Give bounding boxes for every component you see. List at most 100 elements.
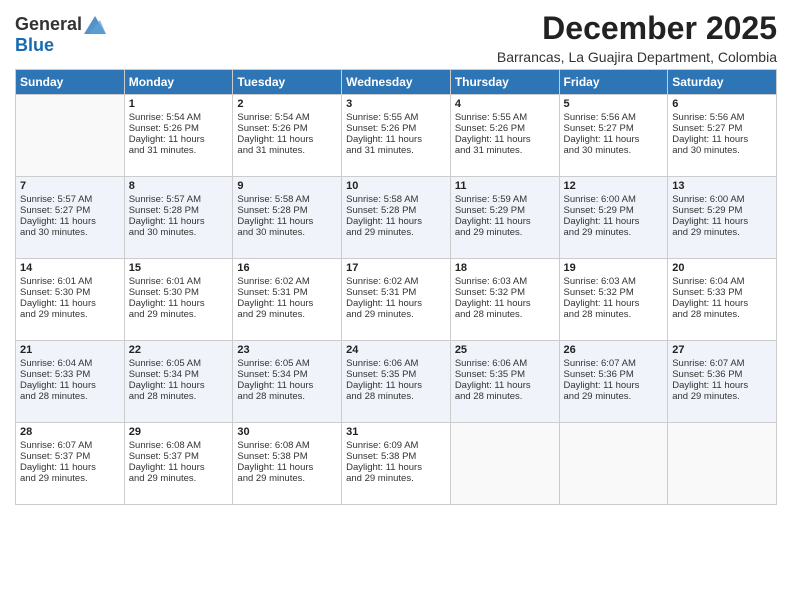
day-number: 6 <box>672 98 772 110</box>
day-info-line: Daylight: 11 hours <box>129 380 229 391</box>
day-number: 17 <box>346 262 446 274</box>
day-info-line: Sunset: 5:26 PM <box>129 123 229 134</box>
day-info-line: Daylight: 11 hours <box>564 380 664 391</box>
day-info-line: Daylight: 11 hours <box>564 298 664 309</box>
day-number: 14 <box>20 262 120 274</box>
day-number: 2 <box>237 98 337 110</box>
day-number: 31 <box>346 426 446 438</box>
day-info-line: and 31 minutes. <box>237 145 337 156</box>
day-info-line: and 29 minutes. <box>346 227 446 238</box>
day-info-line: and 30 minutes. <box>237 227 337 238</box>
day-number: 7 <box>20 180 120 192</box>
day-number: 5 <box>564 98 664 110</box>
day-info-line: Sunrise: 6:04 AM <box>672 276 772 287</box>
title-area: December 2025 Barrancas, La Guajira Depa… <box>497 10 777 65</box>
day-info-line: Daylight: 11 hours <box>20 380 120 391</box>
day-info-line: and 29 minutes. <box>129 309 229 320</box>
day-info-line: Daylight: 11 hours <box>20 298 120 309</box>
day-info-line: Sunset: 5:35 PM <box>455 369 555 380</box>
day-number: 23 <box>237 344 337 356</box>
calendar-week-row: 14Sunrise: 6:01 AMSunset: 5:30 PMDayligh… <box>16 259 777 341</box>
day-info-line: Daylight: 11 hours <box>129 298 229 309</box>
day-info-line: Sunrise: 6:04 AM <box>20 358 120 369</box>
day-number: 26 <box>564 344 664 356</box>
day-info-line: Sunrise: 6:07 AM <box>20 440 120 451</box>
day-number: 24 <box>346 344 446 356</box>
day-info-line: and 29 minutes. <box>237 473 337 484</box>
day-info-line: Sunrise: 6:09 AM <box>346 440 446 451</box>
day-info-line: and 29 minutes. <box>672 391 772 402</box>
page: General Blue December 2025 Barrancas, La… <box>0 0 792 612</box>
table-row: 19Sunrise: 6:03 AMSunset: 5:32 PMDayligh… <box>559 259 668 341</box>
day-number: 12 <box>564 180 664 192</box>
day-info-line: Sunset: 5:37 PM <box>20 451 120 462</box>
day-info-line: Daylight: 11 hours <box>129 134 229 145</box>
table-row: 31 Sunrise: 6:09 AMSunset: 5:38 PMDayligh… <box>342 423 451 505</box>
day-info-line: Sunset: 5:34 PM <box>129 369 229 380</box>
day-info-line: Sunset: 5:38 PM <box>237 451 337 462</box>
calendar: Sunday Monday Tuesday Wednesday Thursday… <box>15 69 777 505</box>
day-number: 18 <box>455 262 555 274</box>
calendar-week-row: 7 Sunrise: 5:57 AM Sunset: 5:27 PM Daylight… <box>16 177 777 259</box>
day-number: 22 <box>129 344 229 356</box>
table-row: 4Sunrise: 5:55 AMSunset: 5:26 PMDaylight… <box>450 95 559 177</box>
calendar-header-row: Sunday Monday Tuesday Wednesday Thursday… <box>16 70 777 95</box>
header-wednesday: Wednesday <box>342 70 451 95</box>
day-number: 9 <box>237 180 337 192</box>
day-info-line: Daylight: 11 hours <box>237 134 337 145</box>
header: General Blue December 2025 Barrancas, La… <box>15 10 777 65</box>
table-row: 3Sunrise: 5:55 AMSunset: 5:26 PMDaylight… <box>342 95 451 177</box>
day-info-line: Daylight: 11 hours <box>455 380 555 391</box>
table-row: 23Sunrise: 6:05 AMSunset: 5:34 PMDayligh… <box>233 341 342 423</box>
day-info-line: Sunrise: 5:58 AM <box>346 194 446 205</box>
day-info-line: Sunset: 5:32 PM <box>564 287 664 298</box>
day-number: 8 <box>129 180 229 192</box>
day-info-line: Sunset: 5:27 PM <box>20 205 120 216</box>
day-info-line: and 28 minutes. <box>237 391 337 402</box>
day-info-line: Sunrise: 6:01 AM <box>129 276 229 287</box>
day-info-line: Sunset: 5:36 PM <box>672 369 772 380</box>
month-title: December 2025 <box>497 10 777 47</box>
table-row: 25Sunrise: 6:06 AMSunset: 5:35 PMDayligh… <box>450 341 559 423</box>
day-info-line: Daylight: 11 hours <box>346 462 446 473</box>
day-number: 15 <box>129 262 229 274</box>
day-number: 19 <box>564 262 664 274</box>
day-info-line: Sunrise: 5:57 AM <box>129 194 229 205</box>
day-info-line: Sunset: 5:34 PM <box>237 369 337 380</box>
day-number: 21 <box>20 344 120 356</box>
day-info-line: Sunset: 5:35 PM <box>346 369 446 380</box>
day-info-line: Sunrise: 5:56 AM <box>564 112 664 123</box>
day-info-line: Sunset: 5:33 PM <box>20 369 120 380</box>
table-row: 30Sunrise: 6:08 AMSunset: 5:38 PMDayligh… <box>233 423 342 505</box>
day-number: 25 <box>455 344 555 356</box>
day-info-line: Sunset: 5:28 PM <box>237 205 337 216</box>
logo-general-text: General <box>15 14 82 35</box>
header-tuesday: Tuesday <box>233 70 342 95</box>
table-row: 16Sunrise: 6:02 AMSunset: 5:31 PMDayligh… <box>233 259 342 341</box>
day-info-line: and 29 minutes. <box>346 473 446 484</box>
day-info-line: Sunrise: 6:07 AM <box>564 358 664 369</box>
day-info-line: Daylight: 11 hours <box>564 216 664 227</box>
day-info-line: Sunrise: 6:07 AM <box>672 358 772 369</box>
header-thursday: Thursday <box>450 70 559 95</box>
day-info-line: Daylight: 11 hours <box>564 134 664 145</box>
header-saturday: Saturday <box>668 70 777 95</box>
day-info-line: Sunset: 5:28 PM <box>129 205 229 216</box>
day-number: 3 <box>346 98 446 110</box>
table-row: 11Sunrise: 5:59 AMSunset: 5:29 PMDayligh… <box>450 177 559 259</box>
day-info-line: Sunset: 5:29 PM <box>564 205 664 216</box>
day-info-line: Sunrise: 6:08 AM <box>237 440 337 451</box>
location: Barrancas, La Guajira Department, Colomb… <box>497 49 777 65</box>
day-info-line: Sunset: 5:38 PM <box>346 451 446 462</box>
table-row: 28Sunrise: 6:07 AMSunset: 5:37 PMDayligh… <box>16 423 125 505</box>
day-info-line: Sunset: 5:26 PM <box>237 123 337 134</box>
calendar-week-row: 1Sunrise: 5:54 AMSunset: 5:26 PMDaylight… <box>16 95 777 177</box>
day-info-line: Sunrise: 6:05 AM <box>237 358 337 369</box>
header-monday: Monday <box>124 70 233 95</box>
day-info-line: and 29 minutes. <box>20 309 120 320</box>
day-info-line: Sunset: 5:29 PM <box>672 205 772 216</box>
day-info-line: and 29 minutes. <box>455 227 555 238</box>
table-row: 20Sunrise: 6:04 AMSunset: 5:33 PMDayligh… <box>668 259 777 341</box>
day-info-line: Daylight: 11 hours <box>237 462 337 473</box>
day-info-line: Sunrise: 6:03 AM <box>455 276 555 287</box>
